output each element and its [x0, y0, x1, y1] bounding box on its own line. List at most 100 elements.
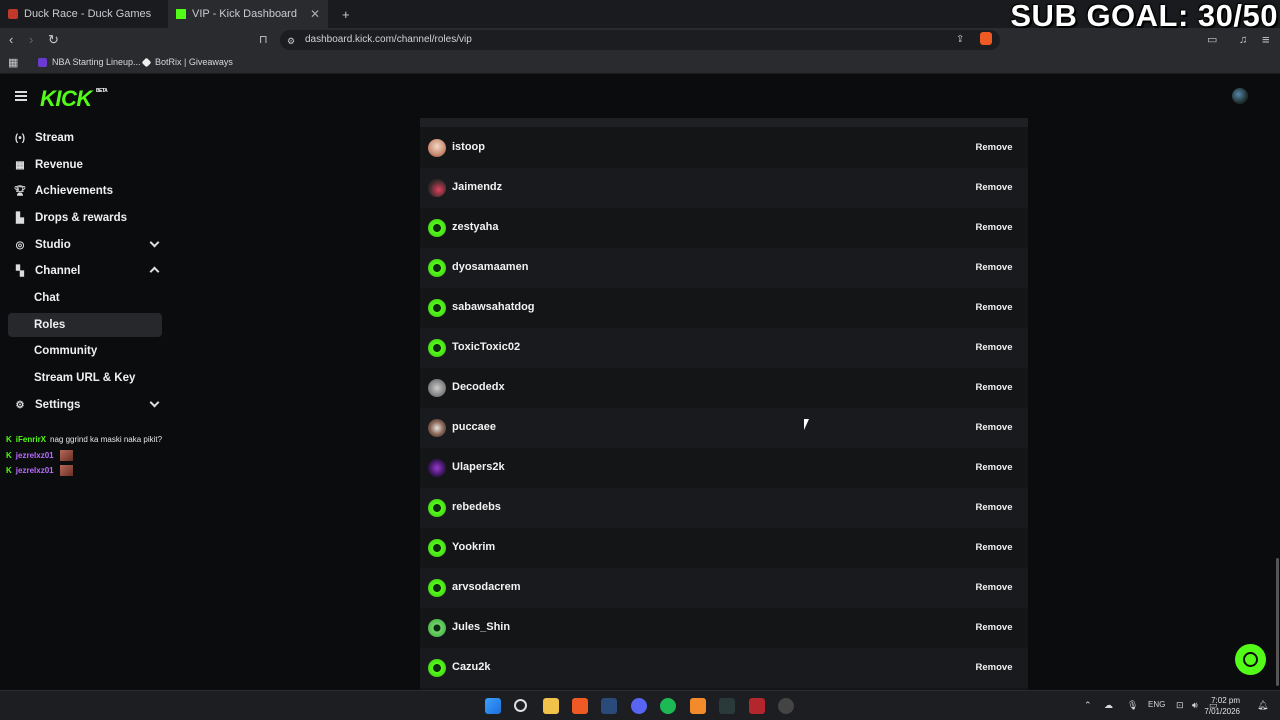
chevron-down-icon[interactable] — [149, 237, 160, 248]
remove-button[interactable]: Remove — [968, 657, 1020, 679]
notifications-icon[interactable]: 🔔︎ — [1257, 700, 1268, 711]
tab-duck-race[interactable]: Duck Race - Duck Games — [0, 0, 168, 28]
site-info-icon[interactable]: ⚙ — [287, 33, 295, 49]
tray-overflow-icon[interactable]: ⌃ — [1084, 700, 1092, 711]
user-avatar — [428, 259, 446, 277]
sidebar-item-revenue[interactable]: ▦ Revenue — [8, 153, 162, 177]
remove-button[interactable]: Remove — [968, 577, 1020, 599]
new-tab-button[interactable]: + — [334, 0, 354, 28]
sidebar-item-stream[interactable]: (•) Stream — [8, 126, 162, 150]
sidebar-item-roles[interactable]: Roles — [8, 313, 162, 337]
hamburger-menu-icon[interactable] — [15, 91, 27, 101]
remove-button[interactable]: Remove — [968, 617, 1020, 639]
user-avatar — [428, 219, 446, 237]
media-icon[interactable]: ♫ — [1239, 32, 1247, 48]
back-icon[interactable]: ‹ — [9, 32, 13, 48]
vip-username[interactable]: Jules_Shin — [452, 621, 510, 633]
sidebar-item-chat[interactable]: Chat — [8, 286, 162, 310]
vip-username[interactable]: Ulapers2k — [452, 461, 505, 473]
vip-username[interactable]: Decodedx — [452, 381, 505, 393]
file-explorer-icon[interactable] — [543, 698, 559, 714]
remove-button[interactable]: Remove — [968, 297, 1020, 319]
vip-username[interactable]: Cazu2k — [452, 661, 491, 673]
network-icon[interactable]: ⊡ — [1176, 700, 1184, 711]
browser-toolbar: ‹ › ↻ ⊓ ⚙ dashboard.kick.com/channel/rol… — [0, 28, 1280, 52]
sidebar-item-studio[interactable]: ◎ Studio — [8, 233, 162, 257]
vip-row: Decodedx Remove — [420, 368, 1028, 408]
gear-icon: ⚙ — [15, 399, 25, 411]
brave-browser-icon[interactable] — [572, 698, 588, 714]
kick-logo[interactable]: KICK BETA — [40, 86, 108, 112]
tab-vip-dashboard[interactable]: VIP - Kick Dashboard ✕ — [168, 0, 328, 28]
support-chat-icon[interactable] — [1235, 644, 1266, 675]
vip-username[interactable]: dyosamaamen — [452, 261, 528, 273]
remove-button[interactable]: Remove — [968, 137, 1020, 159]
remove-button[interactable]: Remove — [968, 497, 1020, 519]
volume-icon[interactable]: 🔊︎ — [1192, 700, 1198, 711]
share-icon[interactable]: ⇪ — [956, 32, 964, 48]
windows-start-icon[interactable] — [485, 698, 501, 714]
vip-username[interactable]: rebedebs — [452, 501, 501, 513]
vip-row: arvsodacrem Remove — [420, 568, 1028, 608]
system-clock[interactable]: 7:02 pm 7/01/2026 — [1204, 695, 1240, 717]
vip-username[interactable]: istoop — [452, 141, 485, 153]
sidebar-item-drops[interactable]: ▙ Drops & rewards — [8, 206, 162, 230]
vip-username[interactable]: Jaimendz — [452, 181, 502, 193]
remove-button[interactable]: Remove — [968, 377, 1020, 399]
user-avatar[interactable] — [1232, 88, 1248, 104]
reload-icon[interactable]: ↻ — [48, 32, 59, 48]
sidebar-item-community[interactable]: Community — [8, 339, 162, 363]
sidebar-item-settings[interactable]: ⚙ Settings — [8, 393, 162, 417]
sidebar-item-label: Drops & rewards — [35, 212, 128, 224]
sidebar-item-stream-url-key[interactable]: Stream URL & Key — [8, 366, 162, 390]
user-avatar — [428, 379, 446, 397]
remove-button[interactable]: Remove — [968, 177, 1020, 199]
windows-taskbar: ⌃ ☁ 🎙︎ ENG ⊡ 🔊︎ ▭ 7:02 pm 7/01/2026 🔔︎ — [0, 690, 1280, 720]
remove-button[interactable]: Remove — [968, 257, 1020, 279]
brave-shield-icon[interactable] — [980, 32, 992, 45]
chevron-up-icon[interactable] — [149, 266, 160, 277]
chat-message: K iFenrirX nag ggrind ka maski naka piki… — [6, 435, 162, 444]
bookmark-label: BotRix | Giveaways — [155, 57, 233, 67]
menu-icon[interactable]: ≡ — [1262, 32, 1270, 48]
bookmark-botrix[interactable]: BotRix | Giveaways — [141, 57, 233, 67]
sidebar-item-channel[interactable]: ▚ Channel — [8, 259, 162, 283]
remove-button[interactable]: Remove — [968, 457, 1020, 479]
remove-button[interactable]: Remove — [968, 417, 1020, 439]
search-icon[interactable] — [514, 699, 527, 712]
user-avatar — [428, 619, 446, 637]
sidebar-item-label: Settings — [35, 399, 81, 411]
obs-icon[interactable] — [778, 698, 794, 714]
steam-icon[interactable] — [601, 698, 617, 714]
language-indicator[interactable]: ENG — [1148, 700, 1165, 709]
app-icon[interactable] — [690, 698, 706, 714]
remove-button[interactable]: Remove — [968, 337, 1020, 359]
app-x-icon[interactable] — [749, 698, 765, 714]
discord-icon[interactable] — [631, 698, 647, 714]
tab-title: Duck Race - Duck Games — [24, 8, 152, 20]
bookmark-icon[interactable]: ⊓ — [259, 32, 268, 48]
apps-grid-icon[interactable]: ▦ — [8, 55, 18, 71]
vip-username[interactable]: Yookrim — [452, 541, 495, 553]
address-bar[interactable]: ⚙ dashboard.kick.com/channel/roles/vip ⇪ — [280, 30, 1000, 50]
remove-button[interactable]: Remove — [968, 537, 1020, 559]
onedrive-icon[interactable]: ☁ — [1104, 700, 1113, 711]
sidebar-item-label: Studio — [35, 239, 71, 251]
remove-button[interactable]: Remove — [968, 217, 1020, 239]
vip-username[interactable]: puccaee — [452, 421, 496, 433]
vip-username[interactable]: ToxicToxic02 — [452, 341, 520, 353]
close-tab-icon[interactable]: ✕ — [310, 7, 320, 21]
vip-username[interactable]: arvsodacrem — [452, 581, 521, 593]
sidebar-toggle-icon[interactable]: ▭ — [1207, 32, 1217, 48]
page-scrollbar[interactable] — [1276, 558, 1279, 686]
chevron-down-icon[interactable] — [149, 397, 160, 408]
vip-username[interactable]: zestyaha — [452, 221, 498, 233]
terminal-icon[interactable] — [719, 698, 735, 714]
kick-badge-icon: K — [6, 451, 12, 460]
vip-username[interactable]: sabawsahatdog — [452, 301, 535, 313]
sidebar-item-achievements[interactable]: 🏆︎ Achievements — [8, 179, 162, 203]
forward-icon[interactable]: › — [29, 32, 33, 48]
bookmark-nba[interactable]: NBA Starting Lineup... — [38, 57, 141, 67]
microphone-icon[interactable]: 🎙︎ — [1127, 700, 1138, 711]
spotify-icon[interactable] — [660, 698, 676, 714]
